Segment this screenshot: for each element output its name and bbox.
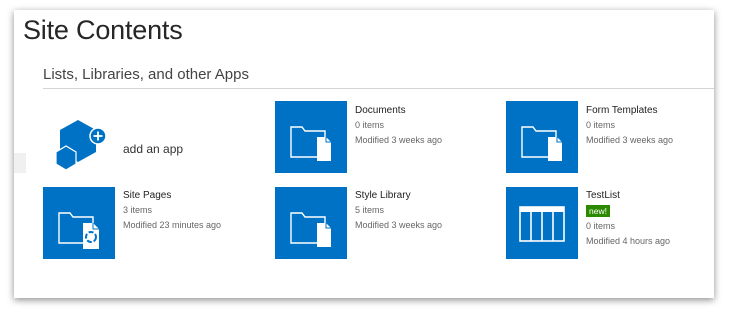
app-title[interactable]: Style Library xyxy=(355,188,442,203)
app-title[interactable]: Form Templates xyxy=(586,103,673,118)
page-title: Site Contents xyxy=(23,15,183,45)
app-info: Site Pages 3 items Modified 23 minutes a… xyxy=(123,188,221,233)
modified-date: Modified 4 hours ago xyxy=(586,236,671,246)
document-library-icon[interactable] xyxy=(275,101,347,173)
site-pages-library-icon[interactable] xyxy=(43,187,115,259)
app-info: Documents 0 items Modified 3 weeks ago xyxy=(355,103,442,148)
app-info: TestList new! 0 items Modified 4 hours a… xyxy=(586,188,670,249)
app-title[interactable]: TestList xyxy=(586,188,670,203)
document-library-icon[interactable] xyxy=(275,187,347,259)
section-divider xyxy=(43,88,714,89)
item-count: 3 items xyxy=(123,205,153,215)
site-contents-panel: Site Contents Lists, Libraries, and othe… xyxy=(14,10,714,298)
item-count: 0 items xyxy=(586,120,616,130)
add-app-label[interactable]: add an app xyxy=(123,142,183,156)
custom-list-icon[interactable] xyxy=(506,187,578,259)
app-title[interactable]: Documents xyxy=(355,103,442,118)
document-library-icon[interactable] xyxy=(506,101,578,173)
app-info: Form Templates 0 items Modified 3 weeks … xyxy=(586,103,673,148)
item-count: 5 items xyxy=(355,205,385,215)
modified-date: Modified 3 weeks ago xyxy=(355,135,443,145)
add-app-icon[interactable] xyxy=(56,114,106,170)
app-title[interactable]: Site Pages xyxy=(123,188,221,203)
modified-date: Modified 3 weeks ago xyxy=(586,135,674,145)
left-edge-marker xyxy=(14,153,26,173)
app-info: Style Library 5 items Modified 3 weeks a… xyxy=(355,188,442,233)
modified-date: Modified 23 minutes ago xyxy=(123,220,222,230)
item-count: 0 items xyxy=(586,221,616,231)
section-header: Lists, Libraries, and other Apps xyxy=(43,66,249,83)
new-badge: new! xyxy=(586,205,610,217)
item-count: 0 items xyxy=(355,120,385,130)
modified-date: Modified 3 weeks ago xyxy=(355,220,443,230)
